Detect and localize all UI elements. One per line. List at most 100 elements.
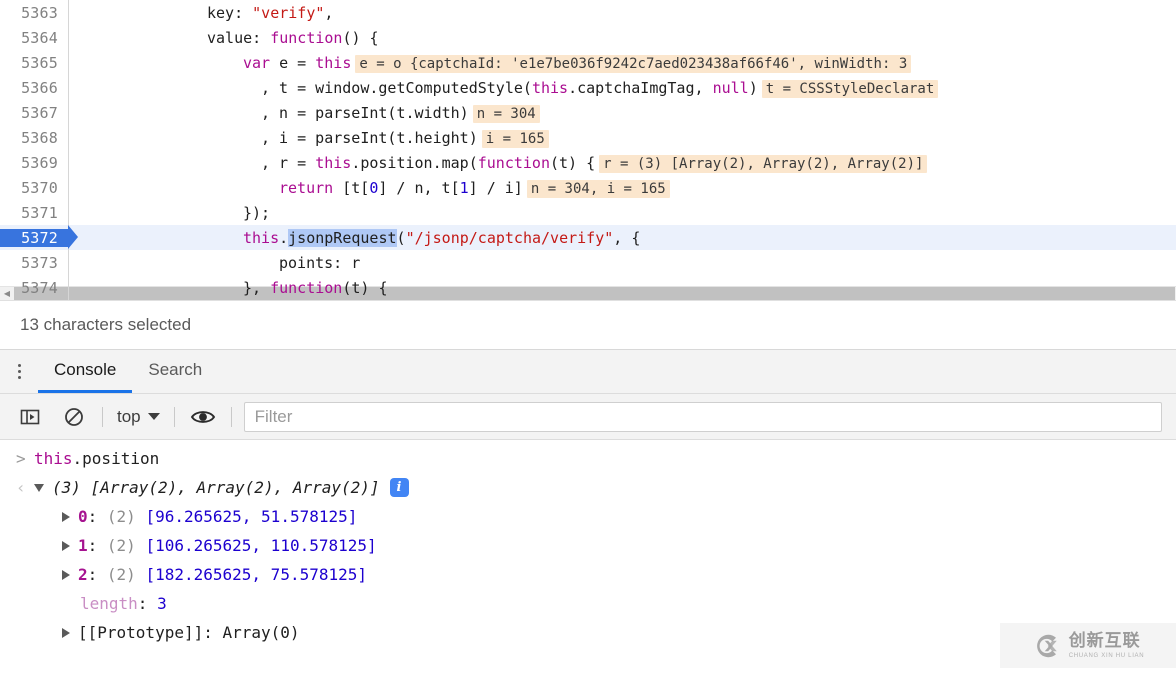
property-count: (2) bbox=[106, 565, 136, 584]
code-line-text: }); bbox=[68, 204, 270, 222]
code-token: return bbox=[279, 178, 334, 197]
code-line[interactable]: 5363 key: "verify", bbox=[0, 0, 1176, 25]
code-line[interactable]: 5367, n = parseInt(t.width) n = 304 bbox=[0, 100, 1176, 125]
code-token: , r = bbox=[261, 153, 316, 172]
code-token: key: bbox=[207, 3, 253, 22]
clear-console-icon[interactable] bbox=[52, 400, 96, 434]
prototype-key: [[Prototype]] bbox=[78, 623, 204, 642]
console-input-row[interactable]: > this.position bbox=[0, 444, 1176, 473]
drawer-tab-bar: Console Search bbox=[0, 350, 1176, 394]
code-token: , bbox=[324, 3, 334, 22]
property-value: [96.265625, 51.578125] bbox=[145, 507, 358, 526]
devtools-window: 5363 key: "verify", 5364 value: function() … bbox=[0, 0, 1176, 675]
property-value: [182.265625, 75.578125] bbox=[145, 565, 368, 584]
console-return-icon: ‹ bbox=[16, 478, 26, 497]
kebab-menu-icon[interactable] bbox=[0, 350, 38, 393]
tab-console[interactable]: Console bbox=[38, 350, 133, 393]
code-token: .position.map( bbox=[351, 153, 478, 172]
line-number[interactable]: 5373 bbox=[0, 254, 68, 272]
code-token: .captchaImgTag, bbox=[568, 78, 713, 97]
console-input-expression: this.position bbox=[34, 449, 159, 468]
code-line[interactable]: 5373 points: r bbox=[0, 250, 1176, 275]
console-properties-container: 0: (2) [96.265625, 51.578125] 1: (2) [106… bbox=[0, 502, 1176, 589]
code-line-text: , r = this.position.map(function(t) {r =… bbox=[68, 153, 928, 173]
code-line[interactable]: 5371}); bbox=[0, 200, 1176, 225]
code-token: function bbox=[477, 153, 550, 172]
console-message-list[interactable]: > this.position ‹ (3) [Array(2), Array(2… bbox=[0, 440, 1176, 675]
expand-triangle-icon[interactable] bbox=[34, 483, 44, 492]
code-line-text: key: "verify", bbox=[68, 4, 333, 22]
code-line[interactable]: 5364 value: function() { bbox=[0, 25, 1176, 50]
console-expression-token: .position bbox=[72, 449, 160, 468]
code-line[interactable]: 5368 , i = parseInt(t.height) i = 165 bbox=[0, 125, 1176, 150]
line-number[interactable]: 5366 bbox=[0, 79, 68, 97]
line-number[interactable]: 5372 bbox=[0, 228, 68, 247]
console-sidebar-toggle-icon[interactable] bbox=[8, 400, 52, 434]
code-token: var bbox=[243, 53, 271, 72]
expand-triangle-icon[interactable] bbox=[62, 627, 70, 638]
line-number[interactable]: 5364 bbox=[0, 29, 68, 47]
info-icon[interactable]: i bbox=[389, 478, 409, 497]
code-token: this bbox=[315, 53, 352, 72]
line-number[interactable]: 5369 bbox=[0, 154, 68, 172]
property-key: 0 bbox=[78, 507, 88, 526]
execution-context-selector[interactable]: top bbox=[109, 402, 168, 432]
tab-search[interactable]: Search bbox=[132, 350, 218, 393]
expand-triangle-icon[interactable] bbox=[62, 511, 70, 522]
code-token: points: r bbox=[279, 253, 361, 272]
code-token: function bbox=[270, 28, 343, 47]
console-property-row[interactable]: 1: (2) [106.265625, 110.578125] bbox=[0, 531, 1176, 560]
line-number[interactable]: 5370 bbox=[0, 179, 68, 197]
code-line-text: points: r bbox=[68, 254, 360, 272]
line-number[interactable]: 5367 bbox=[0, 104, 68, 122]
code-line[interactable]: 5366, t = window.getComputedStyle(this.c… bbox=[0, 75, 1176, 100]
code-line[interactable]: 5365 var e = this e = o {captchaId: 'e1e7b… bbox=[0, 50, 1176, 75]
line-number[interactable]: 5368 bbox=[0, 129, 68, 147]
property-count: (2) bbox=[106, 536, 136, 555]
code-token: e = bbox=[270, 53, 316, 72]
code-token: , i = parseInt(t.height) bbox=[261, 128, 478, 147]
live-expression-eye-icon[interactable] bbox=[181, 400, 225, 434]
code-token: ] / n, t[ bbox=[378, 178, 460, 197]
inline-value-hint: t = CSSStyleDeclarat bbox=[761, 79, 939, 98]
console-filter-input[interactable]: Filter bbox=[243, 401, 1162, 432]
code-line-text: , n = parseInt(t.width) n = 304 bbox=[68, 104, 540, 123]
expand-triangle-icon[interactable] bbox=[62, 540, 70, 551]
property-separator: : bbox=[87, 507, 107, 526]
result-count: (3) bbox=[52, 478, 81, 497]
code-token: , { bbox=[613, 228, 641, 247]
line-number[interactable]: 5371 bbox=[0, 204, 68, 222]
code-line[interactable]: 5370 return [t[0] / n, t[1] / i] n = 304, … bbox=[0, 175, 1176, 200]
expand-triangle-icon[interactable] bbox=[62, 569, 70, 580]
length-value: 3 bbox=[157, 594, 167, 613]
code-line-text: }, function(t) { bbox=[68, 279, 388, 297]
devtools-drawer: Console Search top Filter > this.positio… bbox=[0, 350, 1176, 675]
toolbar-divider-2 bbox=[173, 406, 175, 427]
toolbar-divider-3 bbox=[230, 406, 232, 427]
inline-value-hint: n = 304 bbox=[472, 104, 540, 123]
inline-value-hint: i = 165 bbox=[481, 129, 549, 148]
line-number[interactable]: 5365 bbox=[0, 54, 68, 72]
console-filter-placeholder: Filter bbox=[254, 406, 293, 426]
code-token: ] / i] bbox=[468, 178, 523, 197]
console-property-row[interactable]: 0: (2) [96.265625, 51.578125] bbox=[0, 502, 1176, 531]
line-number[interactable]: 5363 bbox=[0, 4, 68, 22]
code-token: "/jsonp/captcha/verify" bbox=[405, 228, 614, 247]
code-line[interactable]: 5372 this.jsonpRequest("/jsonp/captcha/ve… bbox=[0, 225, 1176, 250]
property-separator: : bbox=[87, 536, 107, 555]
toolbar-divider-1 bbox=[102, 406, 103, 427]
line-number[interactable]: 5374 bbox=[0, 279, 68, 297]
console-result-row[interactable]: ‹ (3) [Array(2), Array(2), Array(2)] i bbox=[0, 473, 1176, 502]
chevron-down-icon bbox=[147, 413, 160, 420]
source-code-editor[interactable]: 5363 key: "verify", 5364 value: function() … bbox=[0, 0, 1176, 300]
console-prototype-row[interactable]: [[Prototype]] : Array(0) bbox=[0, 618, 1176, 647]
code-token: "verify" bbox=[252, 3, 325, 22]
code-token: (t) { bbox=[550, 153, 596, 172]
selected-token: jsonpRequest bbox=[288, 228, 397, 247]
selection-status-text: 13 characters selected bbox=[20, 315, 192, 334]
code-token: 1 bbox=[459, 178, 469, 197]
console-property-row[interactable]: 2: (2) [182.265625, 75.578125] bbox=[0, 560, 1176, 589]
property-separator: : bbox=[87, 565, 107, 584]
code-line[interactable]: 5369, r = this.position.map(function(t) … bbox=[0, 150, 1176, 175]
execution-context-label: top bbox=[117, 406, 141, 426]
